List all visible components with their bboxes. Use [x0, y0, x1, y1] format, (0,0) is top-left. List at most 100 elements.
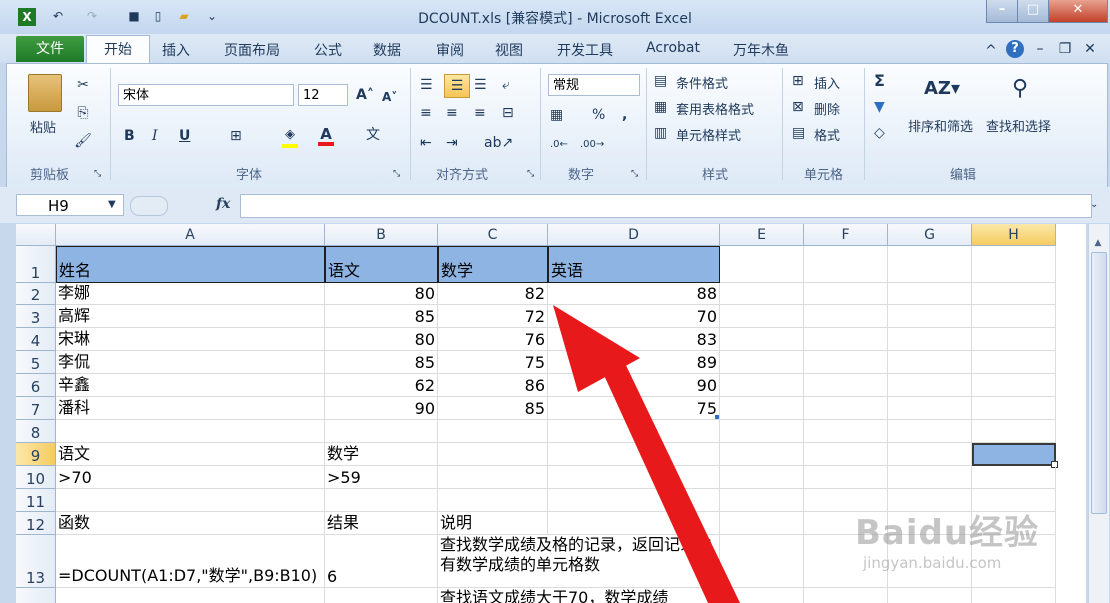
- align-middle-icon[interactable]: ☰: [444, 74, 470, 98]
- underline-button[interactable]: U: [179, 127, 190, 145]
- cell-c12[interactable]: 说明: [438, 512, 548, 535]
- cell-b4[interactable]: 80: [325, 328, 438, 351]
- cell-c8[interactable]: [438, 420, 548, 443]
- help-icon[interactable]: ?: [1006, 40, 1024, 58]
- cell-e10[interactable]: [720, 466, 804, 489]
- cell-a7[interactable]: 潘科: [56, 397, 325, 420]
- fill-icon[interactable]: ▼: [874, 98, 885, 116]
- cell-a4[interactable]: 宋琳: [56, 328, 325, 351]
- row-header[interactable]: 4: [16, 328, 56, 351]
- cell-c2[interactable]: 82: [438, 283, 548, 305]
- maximize-button[interactable]: □: [1017, 0, 1049, 23]
- bold-button[interactable]: B: [124, 127, 135, 145]
- row-header[interactable]: 12: [16, 512, 56, 535]
- cell-d8[interactable]: [548, 420, 720, 443]
- cell-e7[interactable]: [720, 397, 804, 420]
- cell-f10[interactable]: [804, 466, 888, 489]
- phonetic-icon[interactable]: 文: [366, 126, 380, 144]
- cell-g8[interactable]: [888, 420, 972, 443]
- cell-h5[interactable]: [972, 351, 1056, 374]
- cell-g5[interactable]: [888, 351, 972, 374]
- tab-data[interactable]: 数据: [373, 40, 401, 60]
- number-format-select[interactable]: 常规: [548, 74, 640, 96]
- minimize-button[interactable]: –: [986, 0, 1018, 23]
- font-launcher-icon[interactable]: ⤡: [393, 165, 400, 183]
- sort-filter-button[interactable]: 排序和筛选: [908, 116, 973, 135]
- row-header[interactable]: 5: [16, 351, 56, 374]
- cell-g10[interactable]: [888, 466, 972, 489]
- italic-button[interactable]: I: [152, 127, 158, 145]
- column-header-e[interactable]: E: [720, 224, 804, 246]
- cell-e14[interactable]: [720, 588, 804, 603]
- merge-center-icon[interactable]: ⊟: [502, 104, 514, 122]
- tab-wannian-muyu[interactable]: 万年木鱼: [733, 40, 789, 60]
- cell-b12[interactable]: 结果: [325, 512, 438, 535]
- cell-b1[interactable]: 语文: [325, 246, 438, 283]
- cell-a8[interactable]: [56, 420, 325, 443]
- format-cells-icon[interactable]: ▤: [792, 124, 805, 142]
- align-left-icon[interactable]: ≡: [420, 104, 432, 122]
- row-header[interactable]: 9: [16, 443, 56, 466]
- autosum-button[interactable]: Σ: [874, 72, 885, 90]
- cell-h9[interactable]: [972, 443, 1058, 468]
- cell-a13[interactable]: =DCOUNT(A1:D7,"数学",B9:B10): [56, 535, 325, 588]
- shrink-font-icon[interactable]: A˅: [382, 88, 397, 106]
- cell-b14[interactable]: [325, 588, 438, 603]
- tab-page-layout[interactable]: 页面布局: [224, 40, 280, 60]
- cell-e13[interactable]: [720, 535, 804, 588]
- cell-f5[interactable]: [804, 351, 888, 374]
- cell-b9[interactable]: 数学: [325, 443, 438, 466]
- sort-filter-icon[interactable]: AZ▾: [924, 72, 960, 106]
- orientation-icon[interactable]: ab↗: [484, 134, 513, 152]
- row-header[interactable]: [16, 588, 56, 603]
- tab-view[interactable]: 视图: [495, 40, 523, 60]
- select-all-button[interactable]: [16, 224, 56, 246]
- cell-f6[interactable]: [804, 374, 888, 397]
- cell-c1[interactable]: 数学: [438, 246, 548, 283]
- tab-formulas[interactable]: 公式: [314, 40, 342, 60]
- wrap-text-icon[interactable]: ⤶: [502, 76, 510, 94]
- decrease-decimal-icon[interactable]: .00→: [580, 136, 604, 154]
- minimize-ribbon-icon[interactable]: ^: [984, 42, 998, 60]
- column-header-g[interactable]: G: [888, 224, 972, 246]
- alignment-launcher-icon[interactable]: ⤡: [527, 165, 534, 183]
- borders-icon[interactable]: ⊞: [230, 127, 242, 145]
- increase-indent-icon[interactable]: ⇥: [446, 134, 458, 152]
- row-header[interactable]: 8: [16, 420, 56, 443]
- cell-f8[interactable]: [804, 420, 888, 443]
- cell-a5[interactable]: 李侃: [56, 351, 325, 374]
- format-painter-icon[interactable]: 🖌: [74, 132, 92, 150]
- cell-a10[interactable]: >70: [56, 466, 325, 489]
- cell-g4[interactable]: [888, 328, 972, 351]
- scroll-up-arrow-icon[interactable]: ▲: [1091, 236, 1105, 250]
- align-top-icon[interactable]: ☰: [420, 76, 433, 94]
- tab-home[interactable]: 开始: [86, 35, 150, 65]
- row-header[interactable]: 6: [16, 374, 56, 397]
- cell-d2[interactable]: 88: [548, 283, 720, 305]
- align-bottom-icon[interactable]: ☰: [474, 76, 487, 94]
- cell-b5[interactable]: 85: [325, 351, 438, 374]
- insert-function-button[interactable]: fx: [216, 196, 230, 212]
- column-header-c[interactable]: C: [438, 224, 548, 246]
- formula-input[interactable]: [240, 194, 1092, 218]
- cell-e1[interactable]: [720, 246, 804, 283]
- cell-e9[interactable]: [720, 443, 804, 466]
- copy-icon[interactable]: ⎘: [74, 104, 92, 122]
- cell-h6[interactable]: [972, 374, 1056, 397]
- clipboard-launcher-icon[interactable]: ⤡: [94, 165, 101, 183]
- cell-a14[interactable]: [56, 588, 325, 603]
- scroll-thumb[interactable]: [1091, 252, 1107, 514]
- decrease-indent-icon[interactable]: ⇤: [420, 134, 432, 152]
- column-header-h[interactable]: H: [972, 224, 1056, 246]
- cell-b13[interactable]: 6: [325, 535, 438, 588]
- insert-cells-icon[interactable]: ⊞: [792, 72, 804, 90]
- cell-d12[interactable]: [548, 512, 720, 535]
- row-header[interactable]: 7: [16, 397, 56, 420]
- formula-bar-divider-handle[interactable]: [130, 196, 168, 216]
- paste-button-label[interactable]: 粘贴: [30, 117, 56, 136]
- cell-d9[interactable]: [548, 443, 720, 466]
- cell-c6[interactable]: 86: [438, 374, 548, 397]
- cell-g7[interactable]: [888, 397, 972, 420]
- cell-h1[interactable]: [972, 246, 1056, 283]
- cell-g14[interactable]: [888, 588, 972, 603]
